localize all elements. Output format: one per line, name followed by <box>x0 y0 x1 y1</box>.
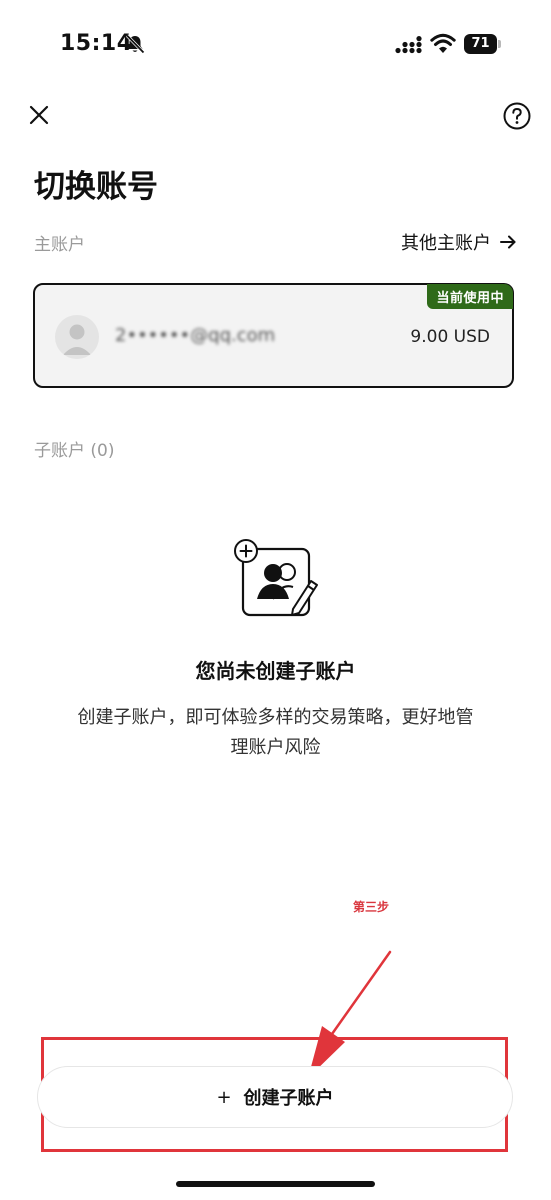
add-sub-account-illustration-icon <box>234 539 318 617</box>
empty-state-description: 创建子账户，即可体验多样的交易策略，更好地管理账户风险 <box>77 707 474 758</box>
create-sub-account-button[interactable]: + 创建子账户 <box>37 1066 513 1128</box>
other-main-accounts-label: 其他主账户 <box>401 233 491 254</box>
empty-state-title: 您尚未创建子账户 <box>195 659 356 683</box>
main-account-card[interactable]: 当前使用中 2••••••@qq.com 9.00 USD <box>33 283 514 388</box>
bell-off-icon <box>125 34 145 54</box>
annotation-step-label: 第三步 <box>353 900 390 914</box>
signal-icon <box>395 36 422 54</box>
avatar <box>55 315 99 359</box>
sub-account-label: 子账户 (0) <box>34 441 115 461</box>
create-sub-account-label: 创建子账户 <box>243 1088 334 1109</box>
battery-tip <box>498 40 501 48</box>
battery-level: 71 <box>464 34 497 54</box>
help-icon[interactable] <box>502 101 532 131</box>
account-balance: 9.00 USD <box>410 327 490 347</box>
main-account-label: 主账户 <box>34 235 85 255</box>
page-title: 切换账号 <box>34 169 158 205</box>
other-main-accounts-link[interactable]: 其他主账户 <box>401 229 517 255</box>
home-indicator[interactable] <box>176 1181 375 1187</box>
status-time: 15:14 <box>60 31 133 56</box>
avatar-person-icon <box>63 324 91 355</box>
plus-icon: + <box>216 1086 232 1108</box>
account-email: 2••••••@qq.com <box>115 325 276 346</box>
wifi-icon <box>430 33 456 53</box>
close-icon[interactable] <box>24 100 54 130</box>
current-in-use-badge: 当前使用中 <box>427 284 513 309</box>
status-bar: 15:14 71 <box>0 0 551 90</box>
battery-icon: 71 <box>464 34 502 54</box>
arrow-right-icon <box>500 235 516 249</box>
